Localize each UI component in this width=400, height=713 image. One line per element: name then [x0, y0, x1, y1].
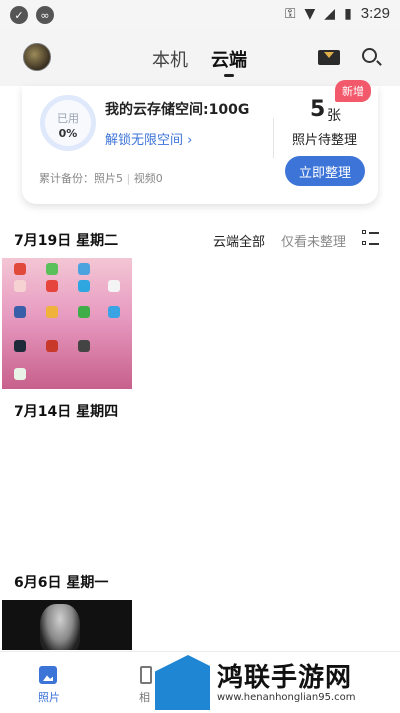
unlock-unlimited-link[interactable]: 解锁无限空间 › [105, 129, 192, 148]
backup-prefix: 累计备份： [39, 172, 94, 185]
photo-icon[interactable] [39, 666, 57, 684]
app-icon [46, 306, 58, 318]
app-icon [46, 263, 58, 275]
storage-title: 我的云存储空间:100G [105, 102, 250, 118]
statue-image [40, 604, 80, 650]
active-tab-indicator [224, 74, 234, 77]
backup-summary: 累计备份：照片5 | 视频0 [39, 172, 163, 185]
app-icon [46, 280, 58, 292]
backup-photos: 照片5 [94, 172, 123, 185]
pending-count: 5 [310, 97, 326, 122]
app-icon [14, 263, 26, 275]
tab-cloud[interactable]: 云端 [211, 46, 247, 72]
cloud-sync-icon: ∞ [36, 6, 54, 24]
app-icon [14, 340, 26, 352]
date-header-2: 7月14日 星期四 [14, 404, 119, 420]
app-icon [78, 340, 90, 352]
filter-cloud-all[interactable]: 云端全部 [213, 231, 265, 250]
date-header-1: 7月19日 星期二 [14, 233, 119, 249]
notification-icons: ✓ ∞ [10, 6, 54, 24]
nav-photos-label[interactable]: 照片 [38, 689, 60, 705]
app-icon [108, 280, 120, 292]
backup-videos: 视频0 [133, 172, 163, 185]
used-percent: 0% [58, 127, 78, 140]
app-icon [108, 306, 120, 318]
usage-ring: 已用 0% [40, 95, 96, 151]
app-icon [78, 263, 90, 275]
search-icon[interactable] [362, 48, 377, 63]
date-header-3: 6月6日 星期一 [14, 575, 109, 591]
wifi-icon: ▼ [304, 5, 316, 22]
photo-thumbnail[interactable] [2, 600, 132, 650]
check-shield-icon: ✓ [10, 6, 28, 24]
pending-unit: 张 [327, 108, 341, 124]
photo-thumbnail[interactable] [2, 258, 132, 389]
app-icon [14, 368, 26, 380]
app-icon [14, 280, 26, 292]
key-icon: ⚿ [284, 5, 296, 22]
top-bar: 本机 云端 [0, 30, 400, 86]
album-icon[interactable] [140, 666, 152, 684]
organize-now-button[interactable]: 立即整理 [285, 156, 365, 186]
app-icon [46, 340, 58, 352]
list-view-icon[interactable] [362, 230, 379, 246]
watermark: 鸿联手游网 www.henanhonglian95.com [153, 655, 400, 713]
watermark-logo-icon [155, 655, 210, 710]
new-badge: 新增 [335, 80, 371, 102]
watermark-url: www.henanhonglian95.com [217, 692, 356, 703]
storage-card: 已用 0% 我的云存储空间:100G 解锁无限空间 › 累计备份：照片5 | 视… [22, 80, 378, 204]
app-icon [14, 306, 26, 318]
pending-label: 照片待整理 [292, 133, 358, 148]
filter-unorganized[interactable]: 仅看未整理 [281, 231, 346, 250]
battery-icon: ▮ [344, 5, 352, 22]
mail-icon[interactable] [318, 50, 340, 65]
clock: 3:29 [360, 5, 390, 22]
avatar[interactable] [23, 43, 51, 71]
app-icon [78, 306, 90, 318]
divider [273, 118, 274, 158]
status-bar: ✓ ∞ ⚿ ▼ ◢ ▮ 3:29 [0, 0, 400, 30]
signal-icon: ◢ [324, 5, 336, 22]
tab-local[interactable]: 本机 [152, 46, 188, 72]
nav-album-label[interactable]: 相 [139, 689, 150, 705]
app-icon [78, 280, 90, 292]
system-icons: ⚿ ▼ ◢ ▮ 3:29 [285, 5, 390, 22]
watermark-title: 鸿联手游网 [217, 663, 353, 693]
used-label: 已用 [57, 112, 79, 125]
